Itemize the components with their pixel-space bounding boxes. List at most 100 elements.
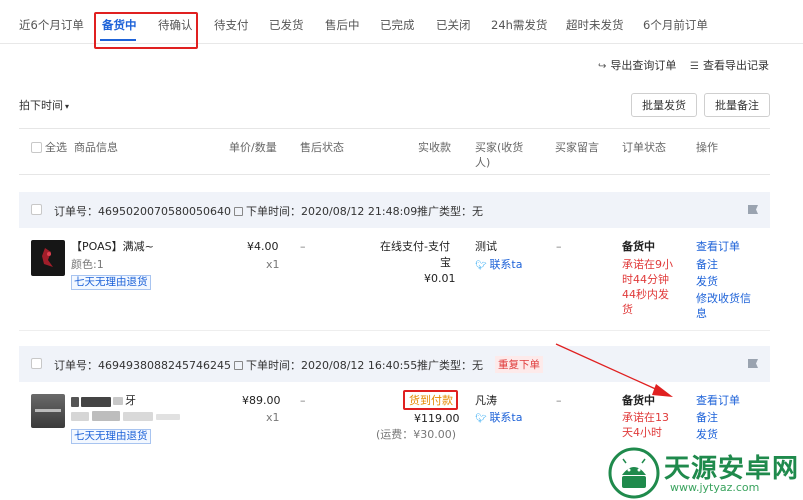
col-status: 订单状态 — [622, 141, 666, 154]
export-icon: ↪ — [598, 61, 607, 72]
blurred-text — [71, 397, 79, 407]
contact-buyer-link[interactable]: 🐦︎ 联系ta — [475, 257, 523, 274]
tab-last-6-months[interactable]: 近6个月订单 — [19, 17, 84, 33]
col-paid: 实收款 — [418, 141, 451, 154]
blurred-text — [156, 414, 180, 420]
flag-icon[interactable] — [748, 359, 758, 368]
ship-promise-line: 时44分钟 — [622, 273, 669, 286]
ship-promise-line: 货 — [622, 303, 633, 316]
batch-ship-button[interactable]: 批量发货 — [631, 93, 697, 117]
ship-promise-line: 承诺在13 — [622, 411, 669, 424]
tab-to-pay[interactable]: 待支付 — [214, 17, 249, 33]
note-link[interactable]: 备注 — [696, 257, 718, 273]
buyer-message: – — [556, 394, 562, 407]
product-image-icon — [42, 248, 53, 267]
order-header: 订单号：4695020070580050640 下单时间：2020/08/12 … — [19, 192, 770, 228]
return-policy-badge: 七天无理由退货 — [71, 275, 151, 290]
tab-after-sale[interactable]: 售后中 — [325, 17, 360, 33]
chat-bird-icon: 🐦︎ — [475, 414, 487, 424]
export-orders-link[interactable]: ↪ 导出查询订单 — [598, 57, 676, 73]
highlight-box-cod — [403, 390, 458, 410]
site-watermark: 天源安卓网 www.jytyaz.com — [606, 445, 803, 500]
tab-older-than-6-months[interactable]: 6个月前订单 — [643, 17, 708, 33]
sort-by-order-time[interactable]: 拍下时间 ▾ — [19, 97, 69, 113]
chat-bird-icon: 🐦︎ — [475, 261, 487, 271]
order-header: 订单号：4694938088245746245 下单时间：2020/08/12 … — [19, 346, 770, 382]
return-policy-badge: 七天无理由退货 — [71, 429, 151, 444]
order-number: 订单号：4694938088245746245 — [54, 357, 243, 373]
unit-price: ¥89.00 — [242, 394, 281, 407]
ship-promise-line: 44秒内发 — [622, 288, 669, 301]
col-actions: 操作 — [696, 141, 718, 154]
promo-type: 推广类型：无 — [417, 205, 483, 218]
sort-down-icon: ▾ — [65, 102, 70, 111]
paid-amount: ¥0.01 — [424, 272, 456, 285]
product-thumbnail[interactable] — [31, 394, 65, 428]
buyer-name: 凡涛 — [475, 394, 497, 407]
watermark-url: www.jytyaz.com — [670, 481, 760, 494]
view-exports-link[interactable]: ☰ 查看导出记录 — [690, 57, 769, 73]
product-title-fragment[interactable]: 牙 — [125, 393, 136, 409]
order-checkbox[interactable] — [31, 204, 42, 215]
col-message: 买家留言 — [555, 141, 599, 154]
blurred-text — [71, 412, 89, 421]
ship-promise-line: 承诺在9小 — [622, 258, 673, 271]
row-divider — [19, 330, 770, 331]
contact-buyer-link[interactable]: 🐦︎ 联系ta — [475, 410, 523, 427]
shipping-fee: (运费：¥30.00) — [376, 428, 457, 441]
order-time: 下单时间：2020/08/12 16:40:55 — [246, 359, 418, 372]
copy-icon[interactable] — [233, 207, 243, 216]
after-sale-status: – — [300, 394, 306, 407]
quantity: x1 — [266, 258, 280, 271]
order-time: 下单时间：2020/08/12 21:48:09 — [246, 205, 418, 218]
col-buyer: 买家(收货人) — [475, 141, 524, 169]
edit-address-link[interactable]: 修改收货信 — [696, 291, 751, 307]
copy-icon[interactable] — [233, 361, 243, 370]
product-thumbnail[interactable] — [31, 240, 65, 276]
blurred-text — [113, 397, 123, 405]
col-product: 商品信息 — [74, 141, 118, 154]
blurred-text — [81, 397, 111, 407]
tab-overdue[interactable]: 超时未发货 — [566, 17, 624, 33]
tab-completed[interactable]: 已完成 — [380, 17, 415, 33]
tab-closed[interactable]: 已关闭 — [436, 17, 471, 33]
col-after-sale: 售后状态 — [300, 141, 344, 154]
order-status: 备货中 — [622, 394, 655, 407]
order-number: 订单号：4695020070580050640 — [54, 203, 243, 219]
buyer-name: 测试 — [475, 240, 497, 253]
select-all-checkbox[interactable] — [31, 142, 42, 153]
ship-link[interactable]: 发货 — [696, 427, 718, 443]
promo-type: 推广类型：无 — [417, 359, 483, 372]
col-price-qty: 单价/数量 — [229, 141, 277, 154]
payment-method: 在线支付-支付 — [380, 240, 450, 253]
payment-method-cont: 宝 — [440, 256, 451, 269]
batch-note-button[interactable]: 批量备注 — [704, 93, 770, 117]
product-title[interactable]: 【POAS】满减~ — [71, 239, 154, 255]
ship-link[interactable]: 发货 — [696, 274, 718, 290]
android-logo-icon — [608, 447, 660, 499]
edit-address-link-cont[interactable]: 息 — [696, 306, 707, 322]
col-select-all: 全选 — [45, 141, 67, 154]
flag-icon[interactable] — [748, 205, 758, 214]
document-icon: ☰ — [690, 61, 699, 72]
highlight-box-tabs — [94, 12, 198, 49]
blurred-text — [92, 411, 120, 421]
unit-price: ¥4.00 — [247, 240, 279, 253]
product-image-detail — [35, 409, 61, 412]
quantity: x1 — [266, 411, 280, 424]
view-order-link[interactable]: 查看订单 — [696, 239, 740, 255]
order-status: 备货中 — [622, 240, 655, 253]
order-checkbox[interactable] — [31, 358, 42, 369]
tab-shipped[interactable]: 已发货 — [269, 17, 304, 33]
table-header: 全选 商品信息 单价/数量 售后状态 实收款 买家(收货人) 买家留言 订单状态… — [19, 128, 770, 175]
repeat-order-tag: 重复下单 — [495, 356, 543, 373]
product-spec: 颜色:1 — [71, 258, 104, 271]
note-link[interactable]: 备注 — [696, 410, 718, 426]
ship-promise-line: 天4小时 — [622, 426, 662, 439]
watermark-name: 天源安卓网 — [664, 454, 800, 484]
paid-amount: ¥119.00 — [414, 412, 460, 425]
buyer-message: – — [556, 240, 562, 253]
after-sale-status: – — [300, 240, 306, 253]
tab-24h-ship[interactable]: 24h需发货 — [491, 17, 547, 33]
view-order-link[interactable]: 查看订单 — [696, 393, 740, 409]
